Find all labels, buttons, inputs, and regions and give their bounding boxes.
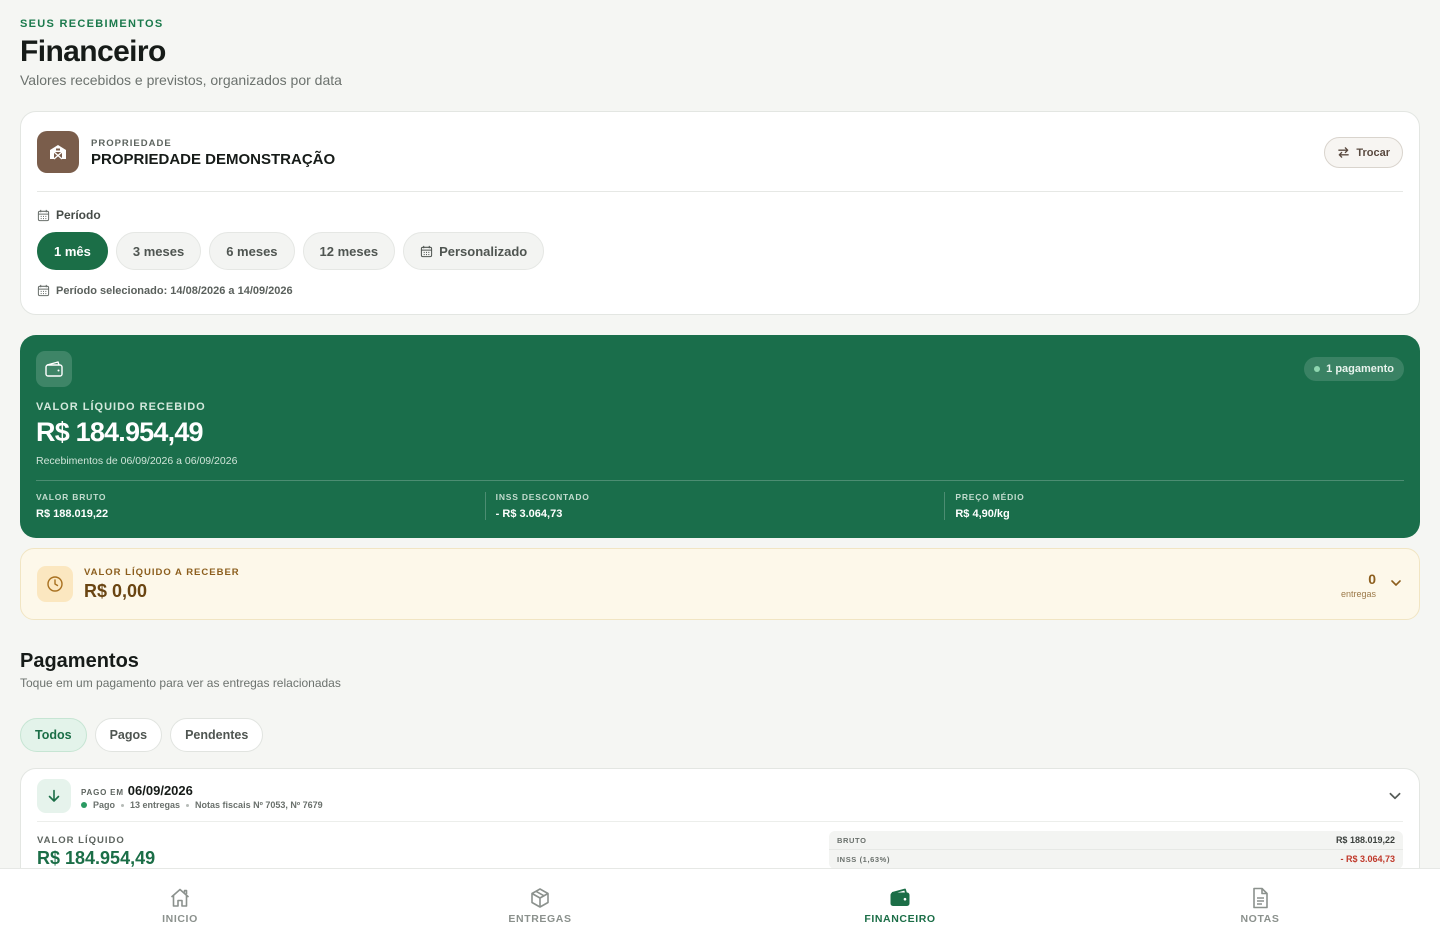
home-icon (170, 888, 190, 907)
page-eyebrow: SEUS RECEBIMENTOS (20, 18, 164, 30)
payments-subtitle: Toque em um pagamento para ver as entreg… (20, 676, 341, 690)
nav-item-notas[interactable]: NOTAS (1080, 869, 1440, 940)
net-received-value: R$ 184.954,49 (36, 417, 204, 447)
payment-item[interactable]: PAGO EM 06/09/2026 Pago 13 entregas Nota… (20, 768, 1420, 868)
period-option-1-mes[interactable]: 1 mês (37, 232, 108, 270)
nav-label: ENTREGAS (508, 913, 572, 925)
breakdown-value: - R$ 3.064,73 (1340, 854, 1395, 864)
property-eyebrow: PROPRIEDADE (91, 138, 172, 149)
property-name: PROPRIEDADE DEMONSTRAÇÃO (91, 151, 336, 168)
received-summary-card: 1 pagamento VALOR LÍQUIDO RECEBIDO R$ 18… (20, 335, 1420, 538)
swap-icon (1338, 147, 1350, 158)
payment-meta: Pago 13 entregas Notas fiscais Nº 7053, … (81, 800, 323, 810)
inss-discount-amount: - R$ 3.064,73 (495, 508, 563, 520)
gross-value-label: VALOR BRUTO (36, 492, 107, 502)
wallet-icon (36, 351, 72, 387)
barn-icon (37, 131, 79, 173)
period-option-3-meses[interactable]: 3 meses (115, 232, 202, 270)
breakdown-row-inss: INSS (1,63%) - R$ 3.064,73 (829, 850, 1403, 868)
period-options: 1 mês 3 meses 6 meses 12 meses Personali… (37, 232, 545, 270)
pending-count-unit: entregas (1340, 589, 1376, 599)
separator (186, 803, 190, 807)
payment-deliveries: 13 entregas (130, 800, 181, 810)
page-subtitle: Valores recebidos e previstos, organizad… (20, 72, 342, 88)
nav-item-financeiro[interactable]: FINANCEIRO (720, 869, 1080, 940)
status-dot (81, 802, 87, 808)
pending-value: R$ 0,00 (84, 581, 148, 601)
average-price-label: PREÇO MÉDIO (955, 492, 1025, 502)
payment-filters: Todos Pagos Pendentes (20, 718, 264, 752)
paid-on-date: 06/09/2026 (127, 783, 193, 798)
payment-count-text: 1 pagamento (1326, 363, 1394, 375)
selected-period: Período selecionado: 14/08/2026 a 14/09/… (37, 284, 293, 297)
gross-value: VALOR BRUTO R$ 188.019,22 (36, 492, 485, 520)
bottom-nav: INICIO ENTREGAS FINANCEIRO NOTAS (0, 868, 1440, 940)
box-icon (531, 888, 549, 908)
custom-period-label: Personalizado (439, 243, 528, 259)
divider (37, 191, 1403, 192)
divider (36, 480, 1404, 481)
inss-discount: INSS DESCONTADO - R$ 3.064,73 (484, 492, 945, 520)
pending-count-number: 0 (1368, 571, 1376, 587)
nav-item-entregas[interactable]: ENTREGAS (360, 869, 720, 940)
received-range: Recebimentos de 06/09/2026 a 06/09/2026 (36, 455, 238, 467)
separator (121, 803, 125, 807)
payment-status: Pago (93, 800, 116, 810)
selected-period-text: Período selecionado: 14/08/2026 a 14/09/… (56, 284, 293, 297)
average-price-amount: R$ 4,90/kg (955, 508, 1010, 520)
period-option-custom[interactable]: Personalizado (403, 232, 545, 270)
payment-breakdown: BRUTO R$ 188.019,22 INSS (1,63%) - R$ 3.… (829, 831, 1403, 868)
inss-discount-label: INSS DESCONTADO (495, 492, 590, 502)
net-value-amount: R$ 184.954,49 (37, 848, 156, 868)
period-label-text: Período (56, 208, 101, 222)
period-option-6-meses[interactable]: 6 meses (209, 232, 295, 270)
nav-label: NOTAS (1240, 913, 1280, 925)
paid-on-label: PAGO EM (81, 788, 124, 797)
calendar-icon (420, 245, 433, 257)
pending-eyebrow: VALOR LÍQUIDO A RECEBER (84, 567, 240, 578)
payments-title: Pagamentos (20, 650, 139, 672)
payment-count-badge: 1 pagamento (1304, 357, 1404, 381)
payment-invoices: Notas fiscais Nº 7053, Nº 7679 (195, 800, 323, 810)
summary-breakdown: VALOR BRUTO R$ 188.019,22 INSS DESCONTAD… (36, 492, 1404, 520)
arrow-down-icon (37, 779, 71, 813)
nav-item-inicio[interactable]: INICIO (0, 869, 360, 940)
payment-date: PAGO EM 06/09/2026 (81, 783, 193, 798)
period-option-12-meses[interactable]: 12 meses (302, 232, 396, 270)
breakdown-row-gross: BRUTO R$ 188.019,22 (829, 831, 1403, 850)
property-card: PROPRIEDADE PROPRIEDADE DEMONSTRAÇÃO Tro… (20, 111, 1420, 315)
status-dot (1314, 366, 1321, 372)
breakdown-label: BRUTO (837, 835, 867, 845)
average-price: PREÇO MÉDIO R$ 4,90/kg (944, 492, 1404, 520)
chevron-down-icon[interactable] (1389, 576, 1403, 595)
calendar-icon (37, 209, 50, 221)
gross-value-amount: R$ 188.019,22 (36, 508, 109, 520)
breakdown-value: R$ 188.019,22 (1335, 835, 1395, 845)
net-value-label: VALOR LÍQUIDO (37, 835, 125, 846)
pending-summary-card[interactable]: VALOR LÍQUIDO A RECEBER R$ 0,00 0 entreg… (20, 548, 1420, 620)
filter-all[interactable]: Todos (20, 718, 87, 752)
swap-property-button[interactable]: Trocar (1324, 137, 1403, 168)
period-label: Período (37, 208, 101, 222)
page-title: Financeiro (20, 35, 166, 68)
divider (37, 821, 1403, 822)
document-icon (1253, 887, 1268, 909)
wallet-icon (890, 888, 910, 906)
filter-pending[interactable]: Pendentes (170, 718, 264, 752)
net-received-eyebrow: VALOR LÍQUIDO RECEBIDO (36, 401, 206, 413)
swap-label: Trocar (1356, 146, 1390, 159)
main-content: SEUS RECEBIMENTOS Financeiro Valores rec… (0, 0, 1440, 868)
clock-icon (37, 566, 73, 602)
chevron-down-icon[interactable] (1387, 788, 1403, 809)
calendar-icon (37, 284, 50, 297)
nav-label: FINANCEIRO (864, 913, 936, 925)
filter-paid[interactable]: Pagos (94, 718, 163, 752)
nav-label: INICIO (162, 913, 198, 925)
breakdown-label: INSS (1,63%) (837, 854, 891, 864)
pending-deliveries-count: 0 entregas (1341, 571, 1376, 599)
